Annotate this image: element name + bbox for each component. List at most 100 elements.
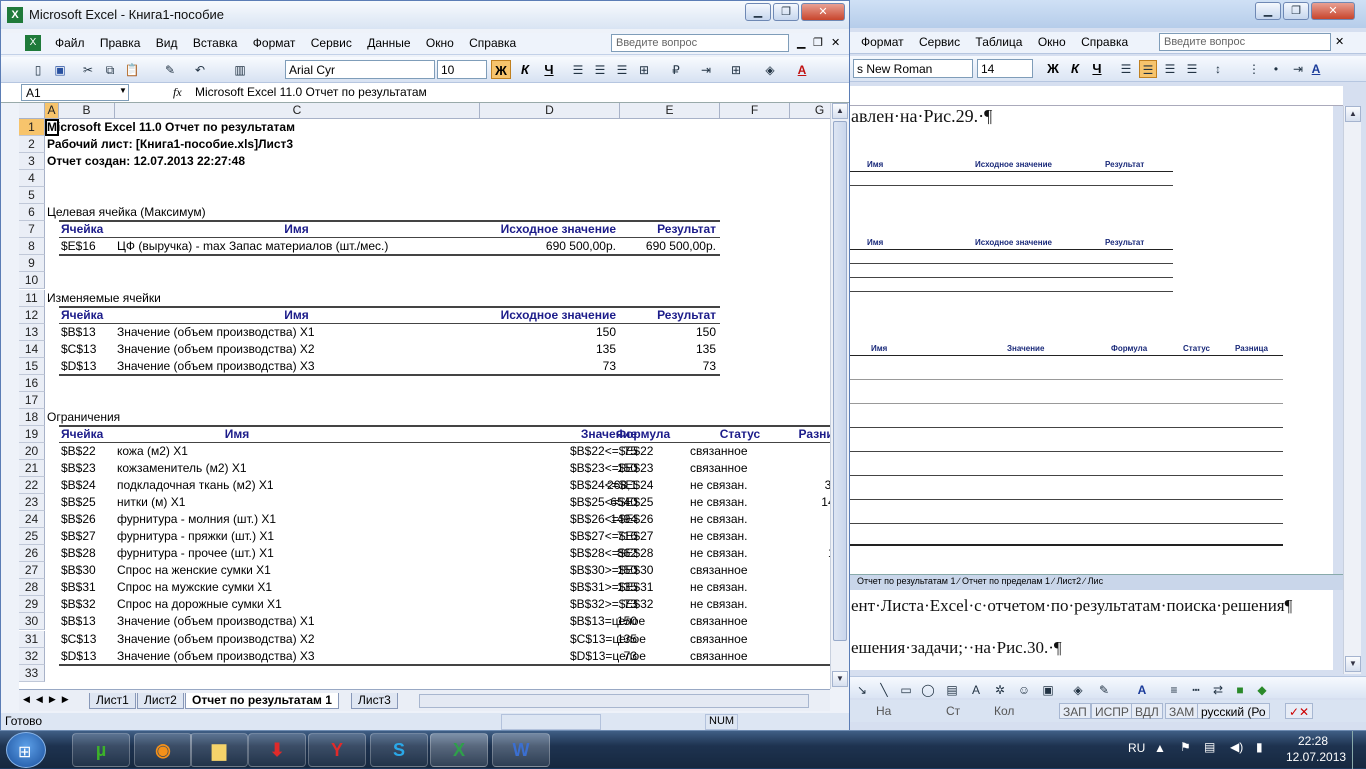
excel-doc-close-icon[interactable]: ✕ <box>831 36 840 49</box>
constraints-row-cell[interactable]: кожзаменитель (м2) X1 <box>117 460 357 477</box>
section-constraints-title[interactable]: Ограничения <box>47 409 441 426</box>
worksheet-grid[interactable]: A B C D E F G 1 2 3 4 5 6 7 8 9 10 11 12 13 14 15 16 17 18 19 20 21… <box>19 103 830 689</box>
constraints-row-cell[interactable]: Значение (объем производства) X2 <box>117 631 357 648</box>
row-header[interactable]: 23 <box>19 494 45 512</box>
word-status-rec[interactable]: ЗАП <box>1059 703 1091 719</box>
changing-header[interactable]: Ячейка <box>61 307 111 324</box>
changing-row-cell[interactable]: 150 <box>482 324 616 341</box>
word-scroll-up-icon[interactable]: ▲ <box>1345 106 1361 122</box>
excel-doc-restore-icon[interactable]: ❐ <box>813 36 823 49</box>
word-menu-format[interactable]: Формат <box>855 32 910 52</box>
excel-app-icon[interactable]: X <box>7 7 23 23</box>
excel-horizontal-scrollbar[interactable] <box>419 694 809 708</box>
changing-row-cell[interactable]: Значение (объем производства) X3 <box>117 358 476 375</box>
3d-icon[interactable]: ◆ <box>1253 681 1271 699</box>
row-header[interactable]: 6 <box>19 204 45 222</box>
constraints-row-cell[interactable]: не связан. <box>690 545 790 562</box>
formula-content[interactable]: Microsoft Excel 11.0 Отчет по результата… <box>195 85 427 99</box>
draw-font-color-icon[interactable]: A <box>1133 681 1151 699</box>
row-header[interactable]: 9 <box>19 255 45 273</box>
numbering-icon[interactable]: ⋮ <box>1245 60 1263 78</box>
row-header[interactable]: 4 <box>19 170 45 188</box>
row-header[interactable]: 22 <box>19 477 45 495</box>
save-icon[interactable]: ▣ <box>51 61 69 79</box>
undo-icon[interactable]: ↶ <box>191 61 209 79</box>
word-scroll-down-icon[interactable]: ▼ <box>1345 656 1361 672</box>
target-header-cell[interactable]: Ячейка <box>61 221 111 238</box>
word-bold-button[interactable]: Ж <box>1043 59 1063 78</box>
select-all-corner[interactable] <box>19 103 45 119</box>
word-menu-window[interactable]: Окно <box>1032 32 1072 52</box>
constraints-row-cell[interactable]: 84 <box>780 528 830 545</box>
changing-row-cell[interactable]: 135 <box>622 341 716 358</box>
column-header[interactable]: A <box>45 103 59 119</box>
action-center-flag-icon[interactable]: ⚑ <box>1180 740 1191 754</box>
menu-view[interactable]: Вид <box>150 33 184 53</box>
yandex-browser-icon[interactable]: Y <box>308 733 366 767</box>
row-header[interactable]: 26 <box>19 545 45 563</box>
constraints-row-cell[interactable]: 1460 <box>780 494 830 511</box>
excel-vertical-scrollbar[interactable]: ▲ ▼ <box>830 103 848 689</box>
explorer-folder-icon[interactable]: ▆ <box>190 733 248 767</box>
excel-doc-icon[interactable]: X <box>25 35 41 51</box>
constraints-row-cell[interactable]: подкладочная ткань (м2) X1 <box>117 477 357 494</box>
constraints-row-cell[interactable]: не связан. <box>690 511 790 528</box>
line-spacing-icon[interactable]: ↕ <box>1209 60 1227 78</box>
start-button[interactable]: ⊞ <box>6 732 46 768</box>
constraints-row-cell[interactable]: не связан. <box>690 477 790 494</box>
currency-icon[interactable]: ₽ <box>667 61 685 79</box>
align-right-icon[interactable]: ☰ <box>613 61 631 79</box>
arrow-style-icon[interactable]: ⇄ <box>1209 681 1227 699</box>
constraints-row-cell[interactable]: $B$22 <box>61 443 113 460</box>
italic-button[interactable]: К <box>515 60 535 79</box>
constraints-row-cell[interactable]: связанное <box>690 562 790 579</box>
diagram-icon[interactable]: ✲ <box>991 681 1009 699</box>
constraints-row-cell[interactable]: связанное <box>690 613 790 630</box>
picture-icon[interactable]: ▣ <box>1039 681 1057 699</box>
fill-color-icon[interactable]: ◈ <box>1069 681 1087 699</box>
column-header[interactable]: E <box>620 103 720 119</box>
changing-row-cell[interactable]: $C$13 <box>61 341 111 358</box>
dash-style-icon[interactable]: ┅ <box>1187 681 1205 699</box>
bullets-icon[interactable]: • <box>1267 60 1285 78</box>
constraints-row-cell[interactable]: $B$25 <box>61 494 113 511</box>
line-color-icon[interactable]: ✎ <box>1095 681 1113 699</box>
target-row-cell[interactable]: 690 500,00р. <box>482 238 616 255</box>
row-header[interactable]: 29 <box>19 596 45 614</box>
row-header[interactable]: 8 <box>19 238 45 256</box>
sheet-tab-2[interactable]: Лист2 <box>137 693 184 709</box>
row-header[interactable]: 13 <box>19 323 45 341</box>
fx-label[interactable]: fx <box>173 85 182 100</box>
constraints-row-cell[interactable]: кожа (м2) X1 <box>117 443 357 460</box>
constraints-row-cell[interactable]: связанное <box>690 460 790 477</box>
constraints-row-cell[interactable]: $B$26 <box>61 511 113 528</box>
skype-icon[interactable]: S <box>370 733 428 767</box>
constraints-row-cell[interactable]: $B$24 <box>61 477 113 494</box>
constraints-row-cell[interactable]: фурнитура - пряжки (шт.) X1 <box>117 528 357 545</box>
word-status-trk[interactable]: ИСПР <box>1091 703 1133 719</box>
excel-maximize-button[interactable]: ❐ <box>773 3 799 21</box>
excel-taskbar-icon[interactable]: X <box>430 733 488 767</box>
clock-time[interactable]: 22:28 <box>1298 734 1328 748</box>
target-row-cell[interactable]: 690 500,00р. <box>622 238 716 255</box>
constraints-row-cell[interactable]: связанное <box>690 631 790 648</box>
tray-expand-icon[interactable]: ▲ <box>1154 741 1166 755</box>
word-minimize-button[interactable]: ▁ <box>1255 2 1281 20</box>
row-header[interactable]: 24 <box>19 511 45 529</box>
word-status-ovr[interactable]: ЗАМ <box>1165 703 1199 719</box>
language-indicator[interactable]: RU <box>1128 741 1145 755</box>
row-header[interactable]: 19 <box>19 425 45 443</box>
constraints-row-cell[interactable]: $C$13 <box>61 631 113 648</box>
constraints-row-cell[interactable]: не связан. <box>690 494 790 511</box>
row-header[interactable]: 17 <box>19 391 45 409</box>
constraints-row-cell[interactable]: 0 <box>780 648 830 665</box>
target-header-name[interactable]: Имя <box>117 221 476 238</box>
row-header[interactable]: 11 <box>19 289 45 307</box>
constraints-row-cell[interactable]: 0 <box>780 460 830 477</box>
word-menu-tools[interactable]: Сервис <box>913 32 966 52</box>
word-status-ext[interactable]: ВДЛ <box>1131 703 1163 719</box>
changing-row-cell[interactable]: 150 <box>622 324 716 341</box>
clock-date[interactable]: 12.07.2013 <box>1286 750 1346 764</box>
font-name-select[interactable]: Arial Cyr <box>285 60 435 79</box>
textbox-tool-icon[interactable]: ▤ <box>943 681 961 699</box>
